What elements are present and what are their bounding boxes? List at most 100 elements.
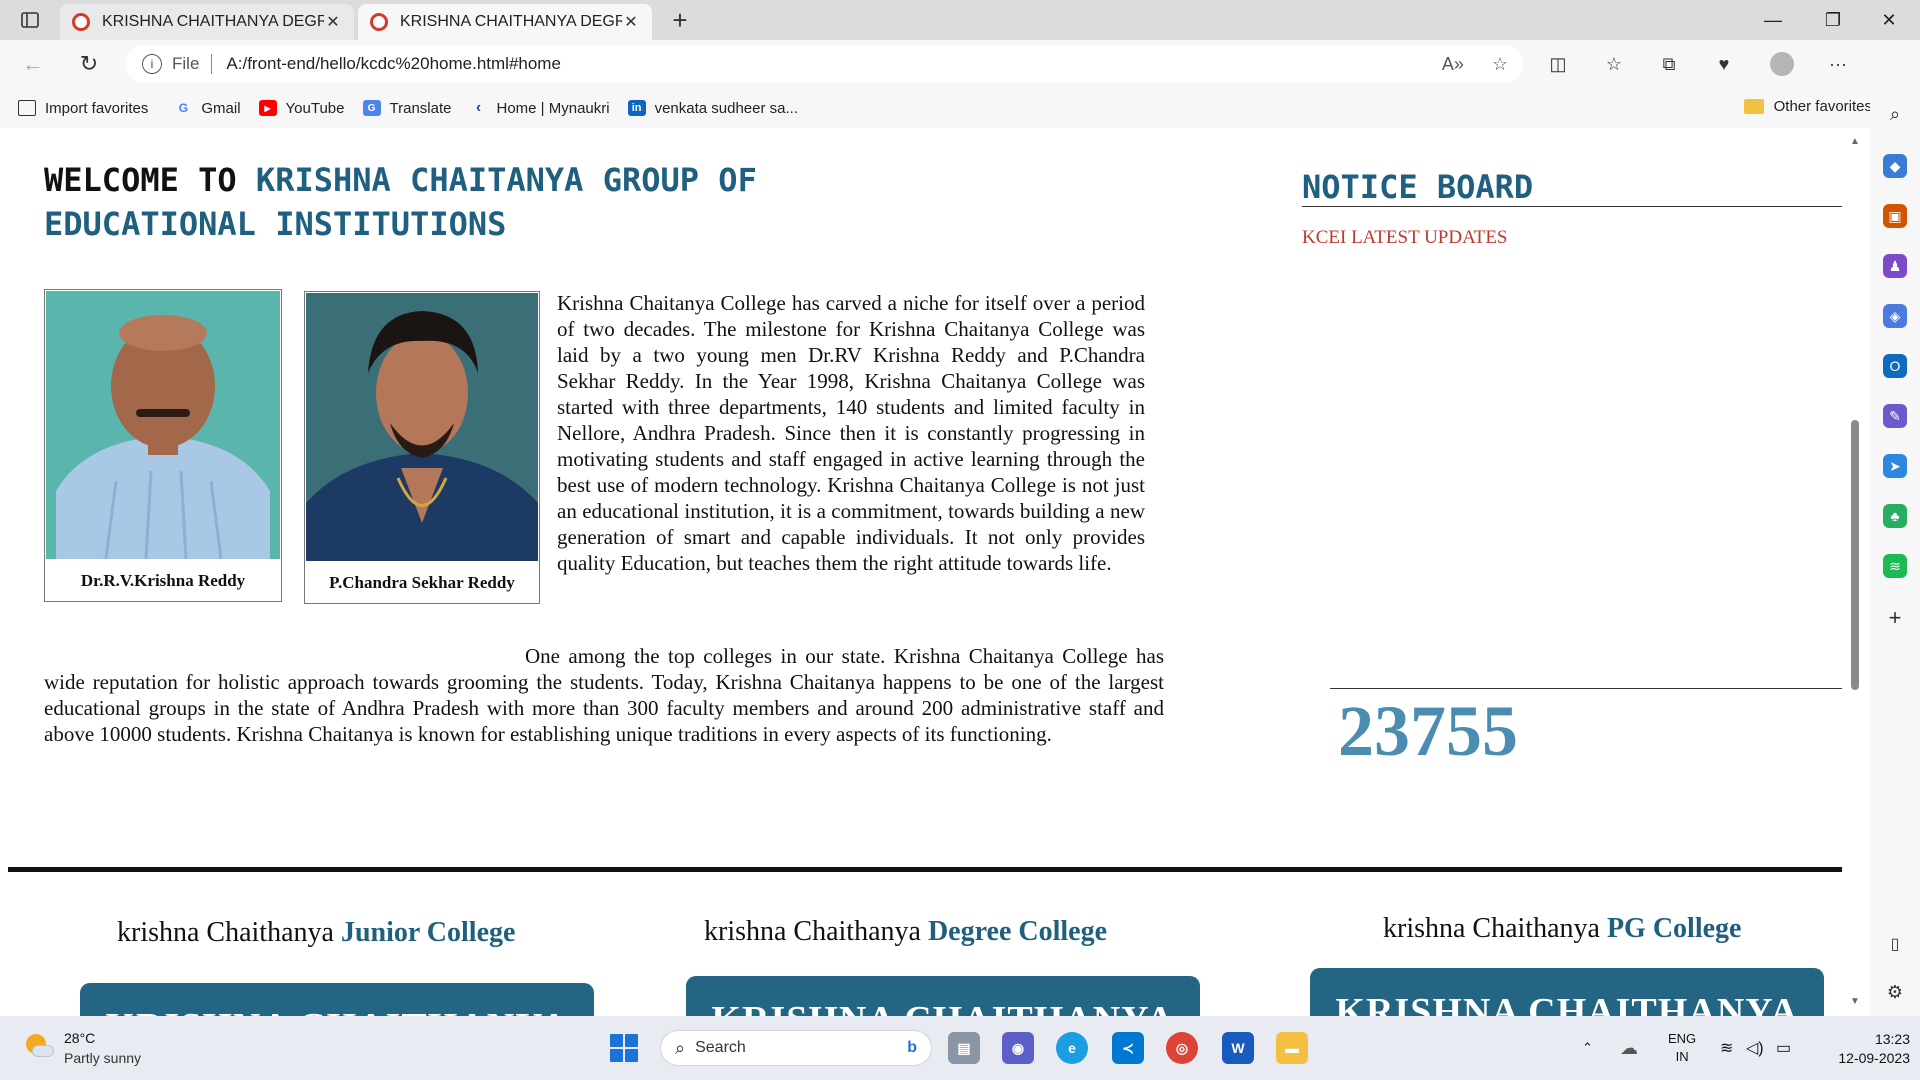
region-code: IN <box>1675 1049 1689 1064</box>
bing-icon: b <box>907 1039 917 1056</box>
tree-icon[interactable]: ♣ <box>1883 504 1907 528</box>
bookmark-youtube[interactable]: ▶ YouTube <box>258 99 345 117</box>
notice-divider <box>1302 206 1842 207</box>
read-aloud-icon[interactable]: A» <box>1442 54 1464 75</box>
microsoft-365-icon[interactable]: ◈ <box>1883 304 1907 328</box>
games-icon[interactable]: ♟ <box>1883 254 1907 278</box>
task-view-icon[interactable]: ▤ <box>948 1032 980 1064</box>
edge-icon[interactable]: e <box>1056 1032 1088 1064</box>
scroll-up-icon[interactable]: ▲ <box>1850 136 1860 147</box>
favorites-icon[interactable]: ☆ <box>1600 52 1628 76</box>
bookmark-label: Translate <box>389 99 452 117</box>
browser-essentials-icon[interactable]: ♥ <box>1710 52 1738 76</box>
bookmark-translate[interactable]: G Translate <box>362 99 452 117</box>
college-card-title: KRISHNA CHAITHANYA <box>711 999 1174 1016</box>
refresh-button[interactable]: ↻ <box>72 48 106 80</box>
youtube-icon: ▶ <box>258 100 277 116</box>
minimize-button[interactable]: — <box>1746 0 1800 40</box>
founder-photo <box>306 293 538 561</box>
address-bar-row: ← ↻ i File A:/front-end/hello/kcdc%20hom… <box>0 40 1920 88</box>
more-menu-icon[interactable]: ··· <box>1824 52 1852 76</box>
other-favorites[interactable]: Other favorites <box>1743 98 1872 115</box>
weather-partly-sunny-icon[interactable] <box>22 1031 54 1063</box>
junior-college-heading: krishna Chaithanya Junior College <box>117 917 515 949</box>
college-prefix: krishna Chaithanya <box>704 916 921 947</box>
designer-icon[interactable]: ✎ <box>1883 404 1907 428</box>
send-icon[interactable]: ➤ <box>1883 454 1907 478</box>
college-prefix: krishna Chaithanya <box>1383 913 1600 944</box>
settings-icon[interactable]: ⚙ <box>1883 980 1907 1004</box>
split-screen-icon[interactable]: ◫ <box>1544 52 1572 76</box>
bookmark-label: YouTube <box>285 99 345 117</box>
language-indicator[interactable]: ENG IN <box>1668 1016 1696 1080</box>
scroll-down-icon[interactable]: ▼ <box>1850 996 1860 1007</box>
browser-tab-1[interactable]: KRISHNA CHAITHANYA DEGREE ✕ <box>60 4 354 40</box>
college-card-title: KRISHNA CHAITHANYA <box>1335 991 1799 1016</box>
favorites-bar: Import favorites G Gmail ▶ YouTube G Tra… <box>0 88 1880 128</box>
restore-button[interactable]: ❐ <box>1806 0 1860 40</box>
outlook-icon[interactable]: O <box>1883 354 1907 378</box>
sidebar-toggle-icon[interactable]: ▯ <box>1883 932 1907 956</box>
bookmark-linkedin[interactable]: in venkata sudheer sa... <box>627 99 799 117</box>
bookmark-import-favorites[interactable]: Import favorites <box>18 100 148 117</box>
info-icon[interactable]: i <box>142 54 162 74</box>
college-prefix: krishna Chaithanya <box>117 917 334 948</box>
collections-icon[interactable]: ⧉ <box>1655 52 1683 76</box>
junior-college-card[interactable]: KRISHNA CHAITHANYA <box>80 983 594 1016</box>
start-button[interactable] <box>610 1034 638 1062</box>
search-icon[interactable]: ⌕ <box>1883 102 1907 126</box>
bookmark-label: Home | Mynaukri <box>496 99 610 117</box>
intro-paragraph: Krishna Chaitanya College has carved a n… <box>557 291 1145 575</box>
teams-chat-icon[interactable]: ◉ <box>1002 1032 1034 1064</box>
close-window-button[interactable]: ✕ <box>1862 0 1916 40</box>
file-explorer-icon[interactable]: ▬ <box>1276 1032 1308 1064</box>
back-button[interactable]: ← <box>16 48 50 80</box>
college-favicon-icon <box>72 13 90 31</box>
onedrive-cloud-icon[interactable]: ☁ <box>1620 1016 1638 1080</box>
weather-description[interactable]: Partly sunny <box>64 1050 141 1066</box>
counter-divider <box>1330 688 1842 689</box>
favorite-star-icon[interactable]: ☆ <box>1492 54 1508 75</box>
notice-updates-label[interactable]: KCEI LATEST UPDATES <box>1302 227 1508 249</box>
page-scrollbar[interactable]: ▲ ▼ <box>1846 130 1864 1016</box>
vscode-icon[interactable]: ≺ <box>1112 1032 1144 1064</box>
browser-tab-2[interactable]: KRISHNA CHAITHANYA DEGREE ✕ <box>358 4 652 40</box>
page-viewport: WELCOME TO KRISHNA CHAITANYA GROUP OF ED… <box>6 130 1842 1016</box>
show-hidden-icons[interactable]: ⌃ <box>1582 1016 1593 1080</box>
taskbar-search[interactable]: ⌕ Search b <box>660 1030 932 1066</box>
wifi-icon[interactable]: ≋ <box>1720 1016 1733 1080</box>
bookmark-gmail[interactable]: G Gmail <box>174 100 241 117</box>
degree-college-card[interactable]: KRISHNA CHAITHANYA <box>686 976 1200 1016</box>
import-icon <box>18 100 36 116</box>
weather-temperature[interactable]: 28°C <box>64 1030 95 1046</box>
google-icon: G <box>178 101 189 115</box>
bookmark-label: venkata sudheer sa... <box>654 99 799 117</box>
scrollbar-thumb[interactable] <box>1851 420 1859 690</box>
tab-title: KRISHNA CHAITHANYA DEGREE <box>400 13 622 30</box>
volume-icon[interactable]: ◁) <box>1746 1016 1764 1080</box>
college-favicon-icon <box>370 13 388 31</box>
spotify-icon[interactable]: ≋ <box>1883 554 1907 578</box>
address-bar[interactable]: i File A:/front-end/hello/kcdc%20home.ht… <box>126 45 1524 83</box>
shopping-tag-icon[interactable]: ◆ <box>1883 154 1907 178</box>
bookmark-mynaukri[interactable]: ‹ Home | Mynaukri <box>469 99 610 117</box>
founder-name: P.Chandra Sekhar Reddy <box>329 573 515 592</box>
tools-icon[interactable]: ▣ <box>1883 204 1907 228</box>
edge-sidebar: ⌕ ◆ ▣ ♟ ◈ O ✎ ➤ ♣ ≋ + ▯ ⚙ <box>1870 40 1920 1016</box>
battery-icon[interactable]: ▭ <box>1776 1016 1791 1080</box>
other-favorites-label: Other favorites <box>1773 98 1872 115</box>
close-tab-icon[interactable]: ✕ <box>622 12 640 32</box>
clock-time: 13:23 <box>1874 1031 1910 1047</box>
word-icon[interactable]: W <box>1222 1032 1254 1064</box>
section-divider <box>8 867 1842 872</box>
close-tab-icon[interactable]: ✕ <box>324 12 342 32</box>
new-tab-button[interactable]: + <box>664 4 696 36</box>
chrome-icon[interactable]: ◎ <box>1166 1032 1198 1064</box>
profile-avatar[interactable] <box>1768 52 1796 76</box>
file-scheme-label: File <box>172 54 200 73</box>
taskbar-clock[interactable]: 13:23 12-09-2023 <box>1810 1030 1910 1068</box>
pg-college-card[interactable]: KRISHNA CHAITHANYA <box>1310 968 1824 1016</box>
url-text[interactable]: A:/front-end/hello/kcdc%20home.html#home <box>226 54 561 74</box>
tab-actions-button[interactable] <box>12 6 48 34</box>
add-icon[interactable]: + <box>1883 605 1907 630</box>
